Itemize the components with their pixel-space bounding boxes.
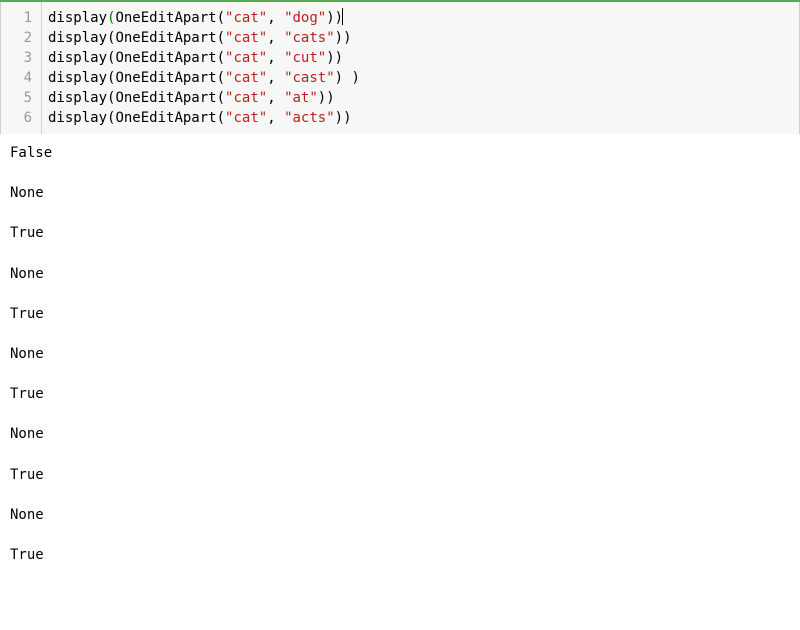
code-line[interactable]: display(OneEditApart("cat", "at")) (48, 88, 793, 108)
output-line: False (10, 144, 790, 162)
output-line: True (10, 305, 790, 323)
string-literal: "acts" (284, 110, 335, 126)
text-cursor (342, 8, 343, 25)
identifier: OneEditApart (115, 90, 216, 106)
paren-open: ( (217, 90, 225, 106)
code-line[interactable]: display(OneEditApart("cat", "cut")) (48, 48, 793, 68)
output-line: True (10, 385, 790, 403)
identifier: display (48, 90, 107, 106)
line-number: 5 (1, 88, 41, 108)
line-number: 1 (1, 8, 41, 28)
paren-close: ) ) (335, 70, 360, 86)
comma: , (267, 110, 284, 126)
output-line: None (10, 265, 790, 283)
identifier: OneEditApart (115, 70, 216, 86)
comma: , (267, 50, 284, 66)
identifier: display (48, 30, 107, 46)
comma: , (267, 70, 284, 86)
line-number: 2 (1, 28, 41, 48)
string-literal: "cat" (225, 90, 267, 106)
output-line: True (10, 466, 790, 484)
code-line[interactable]: display(OneEditApart("cat", "cats")) (48, 28, 793, 48)
string-literal: "cat" (225, 70, 267, 86)
paren-open: ( (217, 50, 225, 66)
string-literal: "dog" (284, 10, 326, 26)
paren-open: ( (217, 70, 225, 86)
string-literal: "cat" (225, 10, 267, 26)
output-line: None (10, 506, 790, 524)
paren-open: ( (217, 110, 225, 126)
string-literal: "at" (284, 90, 318, 106)
string-literal: "cat" (225, 50, 267, 66)
identifier: OneEditApart (115, 10, 216, 26)
output-line: True (10, 224, 790, 242)
identifier: display (48, 110, 107, 126)
string-literal: "cast" (284, 70, 335, 86)
identifier: display (48, 10, 107, 26)
paren-close: )) (335, 30, 352, 46)
output-line: None (10, 345, 790, 363)
string-literal: "cut" (284, 50, 326, 66)
code-line[interactable]: display(OneEditApart("cat", "acts")) (48, 108, 793, 128)
comma: , (267, 10, 284, 26)
comma: , (267, 90, 284, 106)
output-area: False None True None True None True None… (0, 134, 800, 564)
output-line: True (10, 546, 790, 564)
output-line: None (10, 425, 790, 443)
identifier: OneEditApart (115, 110, 216, 126)
string-literal: "cat" (225, 110, 267, 126)
identifier: display (48, 70, 107, 86)
line-number: 3 (1, 48, 41, 68)
output-line: None (10, 184, 790, 202)
line-number-gutter: 1 2 3 4 5 6 (0, 2, 42, 134)
paren-open: ( (217, 10, 225, 26)
code-editor[interactable]: display(OneEditApart("cat", "dog")) disp… (42, 2, 800, 134)
code-line[interactable]: display(OneEditApart("cat", "dog")) (48, 8, 793, 28)
string-literal: "cat" (225, 30, 267, 46)
paren-close: )) (318, 90, 335, 106)
comma: , (267, 30, 284, 46)
identifier: OneEditApart (115, 30, 216, 46)
line-number: 4 (1, 68, 41, 88)
notebook-container: 1 2 3 4 5 6 display(OneEditApart("cat", … (0, 0, 800, 564)
identifier: OneEditApart (115, 50, 216, 66)
line-number: 6 (1, 108, 41, 128)
string-literal: "cats" (284, 30, 335, 46)
paren-open: ( (217, 30, 225, 46)
paren-close: )) (326, 10, 343, 26)
paren-close: )) (335, 110, 352, 126)
code-cell[interactable]: 1 2 3 4 5 6 display(OneEditApart("cat", … (0, 2, 800, 134)
code-line[interactable]: display(OneEditApart("cat", "cast") ) (48, 68, 793, 88)
identifier: display (48, 50, 107, 66)
paren-close: )) (326, 50, 343, 66)
